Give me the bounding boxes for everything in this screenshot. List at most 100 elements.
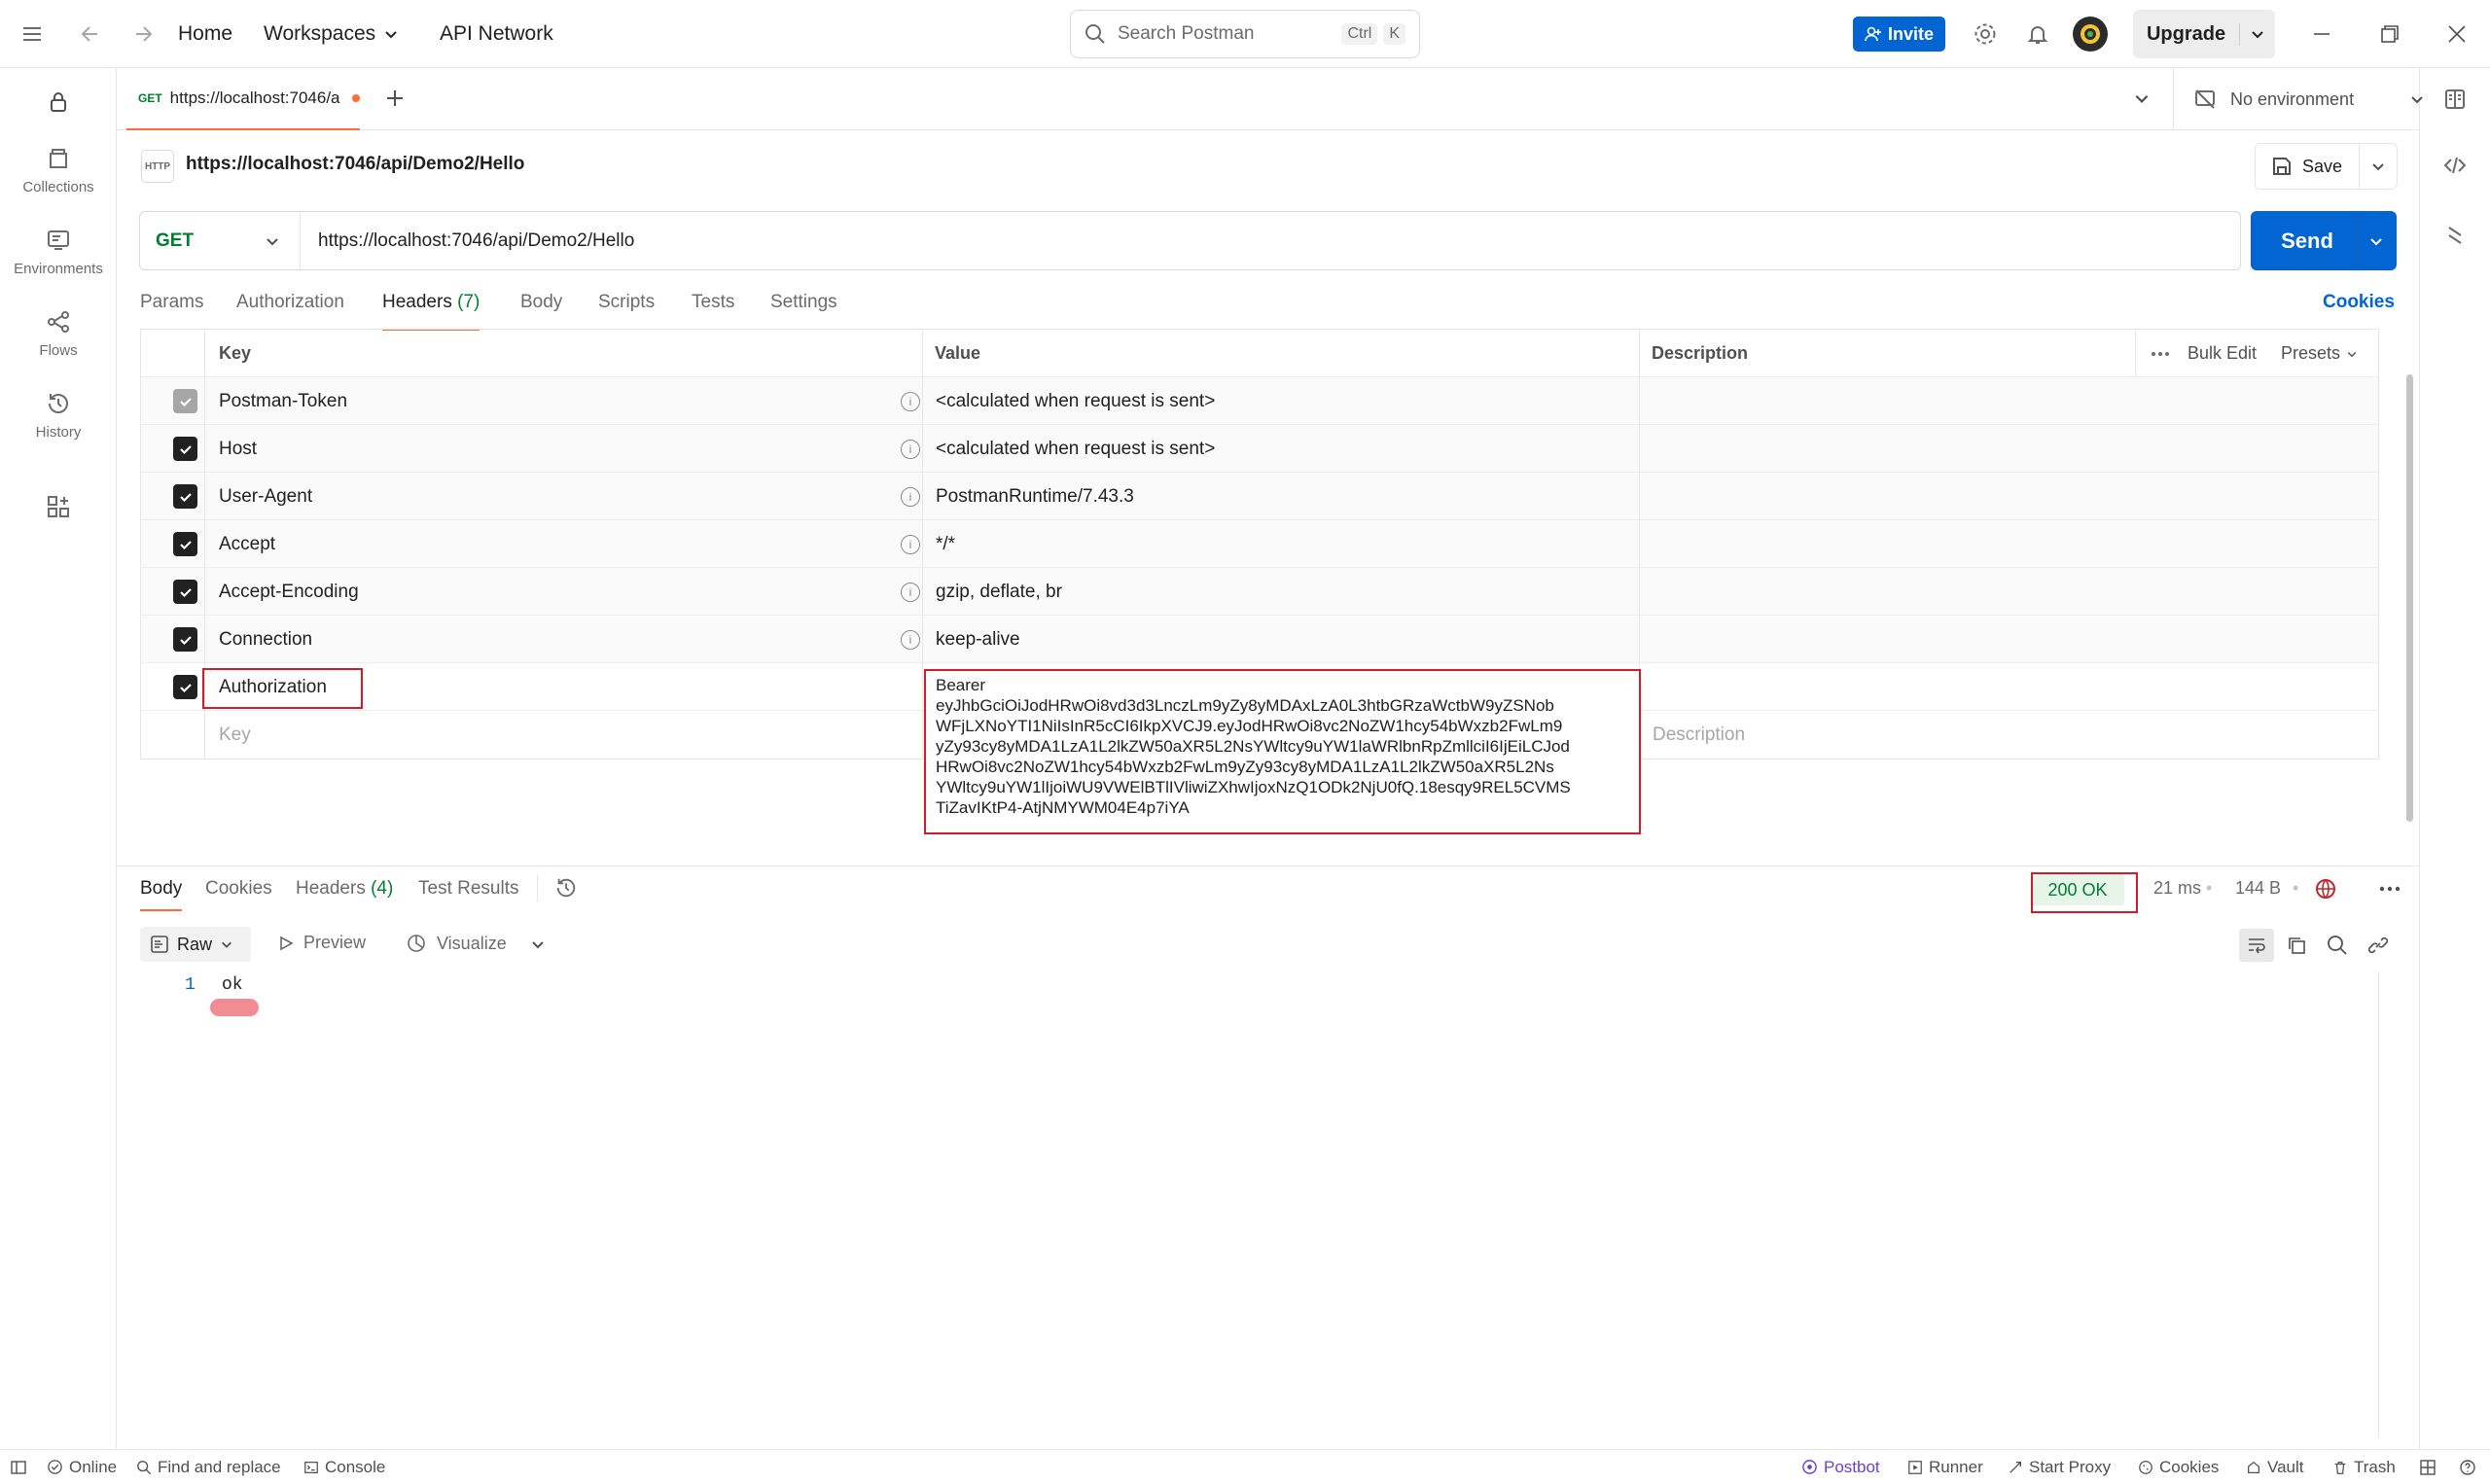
more-options-icon[interactable] (2151, 330, 2170, 377)
chevron-down-icon[interactable] (530, 936, 546, 952)
info-icon[interactable]: i (901, 582, 920, 602)
new-key-input[interactable]: Key (219, 711, 251, 759)
response-time[interactable]: 21 ms (2153, 878, 2201, 899)
vault-button[interactable]: Vault (2246, 1450, 2304, 1484)
avatar[interactable] (2072, 0, 2109, 68)
api-network-link[interactable]: API Network (440, 0, 553, 68)
response-body-text[interactable]: ok (222, 975, 243, 995)
row-checkbox[interactable] (173, 484, 197, 509)
tab-body[interactable]: Body (520, 292, 562, 331)
restore-window-icon[interactable] (2379, 0, 2401, 68)
authorization-value-box[interactable]: Bearer eyJhbGciOiJodHRwOi8vd3d3LnczLm9yZ… (924, 669, 1641, 834)
new-tab-plus-icon[interactable] (384, 88, 406, 109)
tab-tests[interactable]: Tests (692, 292, 734, 331)
info-icon[interactable]: i (901, 486, 920, 507)
header-value[interactable]: <calculated when request is sent> (936, 425, 1215, 473)
code-icon[interactable] (2443, 154, 2467, 177)
response-history-icon[interactable] (554, 876, 578, 900)
row-checkbox[interactable] (173, 389, 197, 413)
help-icon[interactable] (2459, 1450, 2476, 1484)
related-collections-icon[interactable] (2443, 224, 2467, 247)
console-button[interactable]: Console (303, 1450, 385, 1484)
tab-authorization[interactable]: Authorization (236, 292, 344, 331)
home-link[interactable]: Home (178, 0, 232, 68)
sidebar-item-environments[interactable]: Environments (0, 226, 117, 277)
header-key[interactable]: Accept (219, 520, 275, 568)
row-checkbox[interactable] (173, 627, 197, 652)
tab-settings[interactable]: Settings (770, 292, 837, 331)
info-icon[interactable]: i (901, 391, 920, 411)
row-checkbox[interactable] (173, 437, 197, 461)
tab-params[interactable]: Params (140, 292, 203, 331)
copy-icon[interactable] (2286, 935, 2307, 956)
notifications-bell-icon[interactable] (2026, 0, 2049, 68)
link-icon[interactable] (2367, 935, 2389, 956)
online-status[interactable]: Online (47, 1450, 117, 1484)
save-button[interactable]: Save (2255, 143, 2398, 190)
invite-button[interactable]: Invite (1853, 17, 1945, 52)
info-icon[interactable]: i (901, 629, 920, 650)
layout-toggle-icon[interactable] (2419, 1450, 2437, 1484)
forward-arrow-icon[interactable] (132, 0, 154, 68)
row-checkbox[interactable] (173, 532, 197, 556)
trash-button[interactable]: Trash (2332, 1450, 2396, 1484)
tab-headers[interactable]: Headers (7) (382, 292, 480, 331)
url-input[interactable]: https://localhost:7046/api/Demo2/Hello (301, 230, 634, 252)
chevron-down-icon[interactable] (2359, 144, 2397, 189)
tab-scripts[interactable]: Scripts (598, 292, 655, 331)
header-value[interactable]: keep-alive (936, 616, 1020, 663)
tab-response-headers[interactable]: Headers (4) (296, 878, 393, 900)
info-icon[interactable]: i (901, 439, 920, 459)
row-checkbox[interactable] (173, 675, 197, 699)
sidebar-item-history[interactable]: History (0, 389, 117, 441)
header-key[interactable]: Postman-Token (219, 377, 347, 425)
settings-gear-icon[interactable] (1973, 0, 1998, 68)
tab-response-body[interactable]: Body (140, 878, 183, 911)
method-selector[interactable]: GET (140, 212, 301, 269)
sidebar-item-collections[interactable]: Collections (0, 144, 117, 195)
environment-selector[interactable]: No environment (2193, 68, 2425, 130)
find-and-replace-button[interactable]: Find and replace (136, 1450, 281, 1484)
cookies-button[interactable]: Cookies (2138, 1450, 2219, 1484)
network-globe-icon[interactable] (2313, 876, 2338, 901)
header-value[interactable]: gzip, deflate, br (936, 568, 1062, 616)
preview-button[interactable]: Preview (278, 933, 366, 953)
tabs-chevron-down-icon[interactable] (2133, 89, 2151, 107)
header-value[interactable]: <calculated when request is sent> (936, 377, 1215, 425)
cookies-link[interactable]: Cookies (2323, 292, 2395, 313)
minimize-icon[interactable] (2311, 0, 2332, 68)
close-window-icon[interactable] (2446, 0, 2468, 68)
presets-dropdown[interactable]: Presets (2281, 330, 2358, 377)
new-description-input[interactable]: Description (1653, 711, 1745, 759)
toggle-sidebar-icon[interactable] (10, 1450, 27, 1484)
tab-request[interactable]: GET https://localhost:7046/a (126, 68, 360, 130)
lock-icon[interactable] (0, 88, 117, 123)
request-title[interactable]: https://localhost:7046/api/Demo2/Hello (186, 154, 524, 175)
configure-workspace-icon[interactable] (0, 492, 117, 527)
chevron-down-icon[interactable] (2240, 26, 2275, 42)
wrap-lines-icon[interactable] (2239, 929, 2274, 962)
documentation-icon[interactable] (2443, 88, 2467, 111)
tab-test-results[interactable]: Test Results (418, 878, 518, 900)
more-options-icon[interactable] (2379, 886, 2401, 892)
bulk-edit-button[interactable]: Bulk Edit (2188, 330, 2257, 377)
header-key[interactable]: User-Agent (219, 473, 312, 520)
info-icon[interactable]: i (901, 534, 920, 554)
response-size[interactable]: 144 B (2235, 878, 2281, 899)
header-value[interactable]: */* (936, 520, 955, 568)
tab-response-cookies[interactable]: Cookies (205, 878, 272, 900)
request-scrollbar[interactable] (2406, 374, 2413, 822)
header-key[interactable]: Host (219, 425, 257, 473)
send-button[interactable]: Send (2251, 211, 2397, 270)
row-checkbox[interactable] (173, 580, 197, 604)
upgrade-button[interactable]: Upgrade (2133, 10, 2275, 58)
search-icon[interactable] (2327, 935, 2348, 956)
search-input[interactable]: Search Postman Ctrl K (1070, 10, 1420, 58)
chevron-down-icon[interactable] (2357, 233, 2396, 249)
menu-icon[interactable] (21, 0, 43, 68)
runner-button[interactable]: Runner (1907, 1450, 1983, 1484)
workspaces-menu[interactable]: Workspaces (264, 0, 399, 68)
header-key[interactable]: Connection (219, 616, 312, 663)
format-raw-dropdown[interactable]: Raw (140, 927, 251, 962)
visualize-button[interactable]: Visualize (406, 933, 507, 954)
